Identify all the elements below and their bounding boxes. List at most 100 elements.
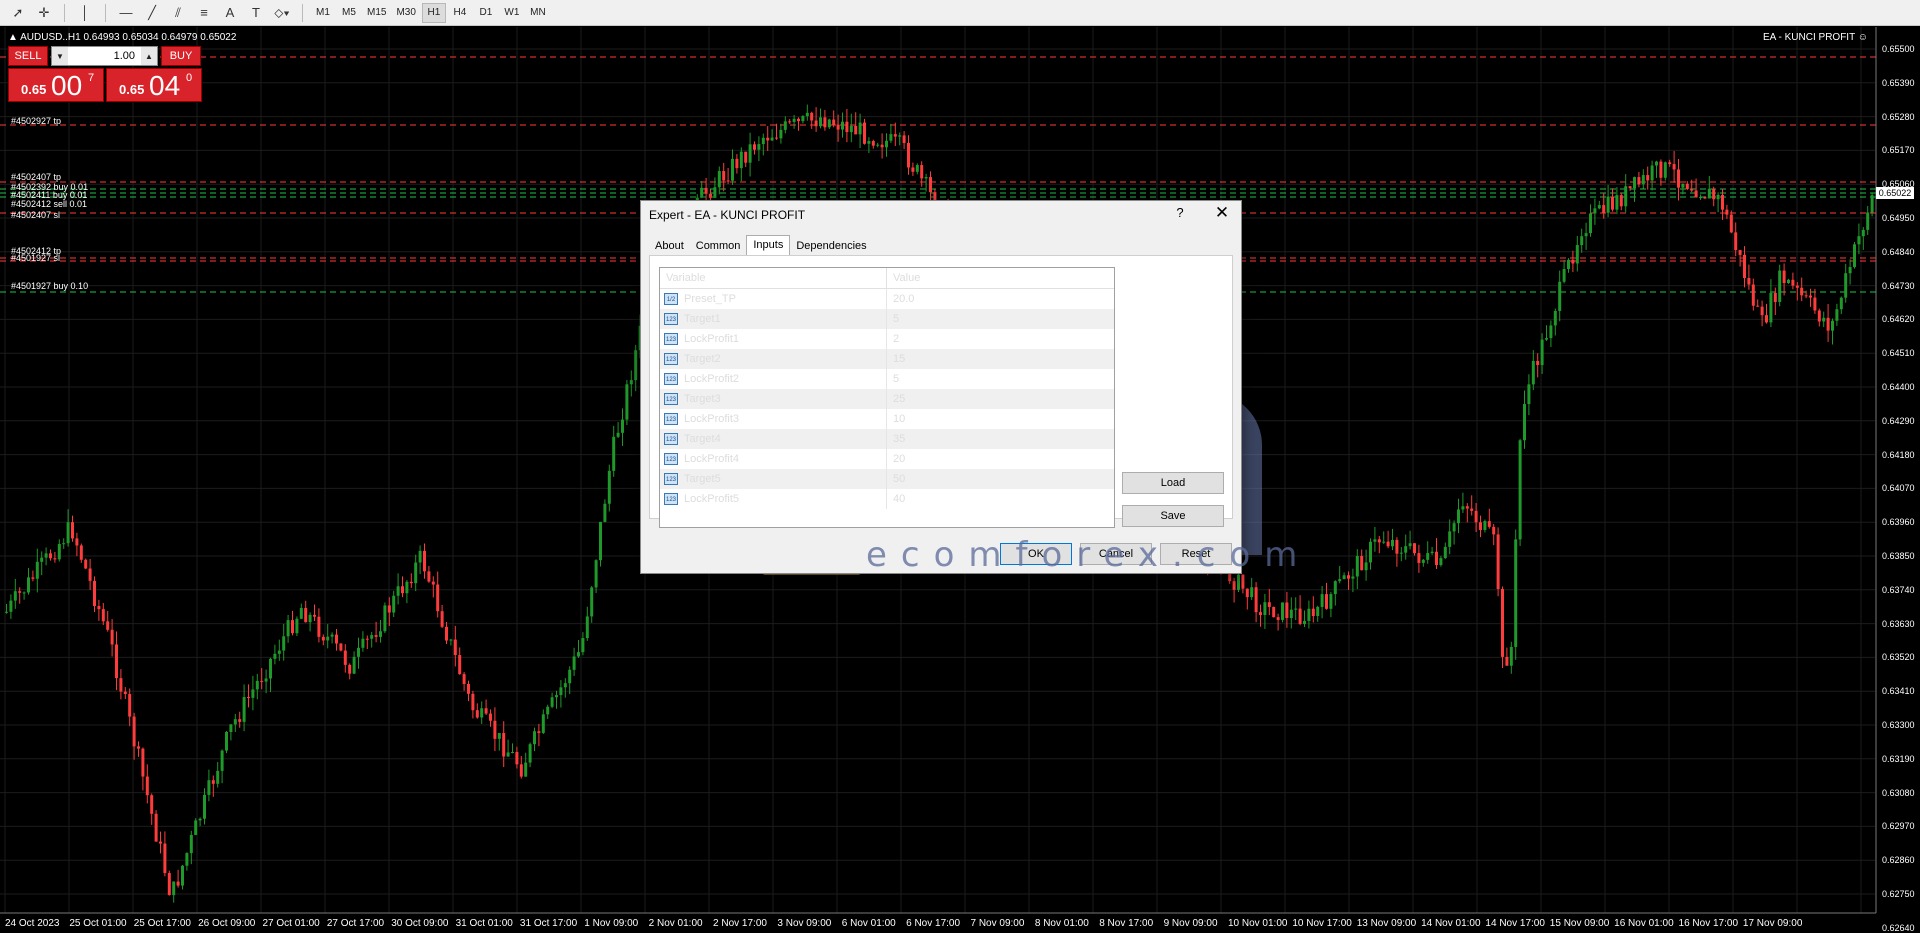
candle-body xyxy=(1465,506,1469,509)
save-button[interactable]: Save xyxy=(1122,505,1224,527)
value-cell[interactable]: 15 xyxy=(887,353,1114,365)
candle-body xyxy=(1650,165,1654,181)
load-button[interactable]: Load xyxy=(1122,472,1224,494)
value-cell[interactable]: 20 xyxy=(887,453,1114,465)
candle-body xyxy=(1501,588,1504,657)
candle-body xyxy=(1470,508,1474,511)
variable-cell[interactable]: 123 LockProfit3 xyxy=(660,409,887,429)
candle-body xyxy=(238,719,242,722)
order-label[interactable]: #4502412 sell 0.01 xyxy=(11,199,87,209)
integer-type-icon: 123 xyxy=(664,493,678,505)
table-row[interactable]: 123 Target4 35 xyxy=(660,429,1114,449)
variable-cell[interactable]: 123 LockProfit2 xyxy=(660,369,887,389)
candle-body xyxy=(242,697,246,722)
variable-cell[interactable]: 123 Target5 xyxy=(660,469,887,489)
timeframe-h4[interactable]: H4 xyxy=(448,3,472,23)
table-row[interactable]: 123 Target3 25 xyxy=(660,389,1114,409)
price-tick-label: 0.63740 xyxy=(1882,584,1915,595)
candle-body xyxy=(53,558,57,560)
table-row[interactable]: 123 LockProfit3 10 xyxy=(660,409,1114,429)
text-label-icon[interactable]: T xyxy=(244,2,268,24)
variable-cell[interactable]: 123 Target4 xyxy=(660,429,887,449)
tab-dependencies[interactable]: Dependencies xyxy=(790,237,872,255)
candle-body xyxy=(537,731,541,733)
table-row[interactable]: 123 LockProfit1 2 xyxy=(660,329,1114,349)
buy-price-button[interactable]: 0.65 04 0 xyxy=(106,68,202,102)
channel-icon[interactable]: ⫽ xyxy=(166,2,190,24)
candle-body xyxy=(805,112,809,117)
value-cell[interactable]: 25 xyxy=(887,393,1114,405)
table-row[interactable]: 123 LockProfit5 40 xyxy=(660,489,1114,509)
candle-body xyxy=(1320,594,1324,607)
table-row[interactable]: 1/2 Preset_TP 20.0 xyxy=(660,289,1114,309)
close-icon[interactable]: ✕ xyxy=(1211,203,1233,223)
value-cell[interactable]: 50 xyxy=(887,473,1114,485)
text-icon[interactable]: A xyxy=(218,2,242,24)
value-cell[interactable]: 5 xyxy=(887,373,1114,385)
inputs-table[interactable]: Variable Value 1/2 Preset_TP 20.0 123 Target… xyxy=(659,267,1115,528)
candle-body xyxy=(814,120,818,127)
shapes-icon[interactable]: ⬦▾ xyxy=(270,2,294,24)
variable-name: LockProfit2 xyxy=(684,373,740,385)
trendline-icon[interactable]: ╱ xyxy=(140,2,164,24)
order-label[interactable]: #4502407 tp xyxy=(11,172,61,182)
candle-body xyxy=(1738,250,1742,255)
crosshair-icon[interactable]: ✛ xyxy=(32,2,56,24)
candle-body xyxy=(1813,297,1817,311)
tab-common[interactable]: Common xyxy=(690,237,747,255)
timeframe-mn[interactable]: MN xyxy=(526,3,550,23)
table-row[interactable]: 123 Target1 5 xyxy=(660,309,1114,329)
column-value[interactable]: Value xyxy=(887,268,1114,288)
table-row[interactable]: 123 Target5 50 xyxy=(660,469,1114,489)
variable-cell[interactable]: 123 LockProfit5 xyxy=(660,489,887,509)
candle-body xyxy=(335,634,338,644)
sell-button[interactable]: SELL xyxy=(8,46,48,66)
timeframe-m1[interactable]: M1 xyxy=(311,3,335,23)
lot-size-stepper[interactable]: ▼ 1.00 ▲ xyxy=(51,46,158,66)
value-cell[interactable]: 2 xyxy=(887,333,1114,345)
lot-size-value[interactable]: 1.00 xyxy=(68,50,141,62)
tab-about[interactable]: About xyxy=(649,237,690,255)
horizontal-line-icon[interactable]: — xyxy=(114,2,138,24)
timeframe-w1[interactable]: W1 xyxy=(500,3,524,23)
value-cell[interactable]: 40 xyxy=(887,493,1114,505)
variable-name: Target4 xyxy=(684,433,721,445)
order-label[interactable]: #4502407 sl xyxy=(11,210,60,220)
candle-body xyxy=(1347,575,1350,579)
variable-cell[interactable]: 123 Target3 xyxy=(660,389,887,409)
candle-body xyxy=(57,543,61,560)
variable-cell[interactable]: 123 Target2 xyxy=(660,349,887,369)
variable-cell[interactable]: 1/2 Preset_TP xyxy=(660,289,887,309)
variable-cell[interactable]: 123 LockProfit1 xyxy=(660,329,887,349)
variable-cell[interactable]: 123 LockProfit4 xyxy=(660,449,887,469)
sell-price-button[interactable]: 0.65 00 7 xyxy=(8,68,104,102)
order-label[interactable]: #4501927 sl xyxy=(11,253,60,263)
cursor-icon[interactable]: ➚ xyxy=(6,2,30,24)
value-cell[interactable]: 5 xyxy=(887,313,1114,325)
order-label[interactable]: #4501927 buy 0.10 xyxy=(11,281,88,291)
timeframe-m5[interactable]: M5 xyxy=(337,3,361,23)
table-row[interactable]: 123 LockProfit2 5 xyxy=(660,369,1114,389)
tab-inputs[interactable]: Inputs xyxy=(746,235,791,255)
fibonacci-icon[interactable]: ≡ xyxy=(192,2,216,24)
value-cell[interactable]: 20.0 xyxy=(887,293,1114,305)
timeframe-d1[interactable]: D1 xyxy=(474,3,498,23)
timeframe-h1[interactable]: H1 xyxy=(421,2,446,23)
table-row[interactable]: 123 LockProfit4 20 xyxy=(660,449,1114,469)
table-row[interactable]: 123 Target2 15 xyxy=(660,349,1114,369)
column-variable[interactable]: Variable xyxy=(660,268,887,288)
timeframe-m30[interactable]: M30 xyxy=(392,3,419,23)
value-cell[interactable]: 35 xyxy=(887,433,1114,445)
help-button[interactable]: ? xyxy=(1171,205,1189,220)
timeframe-m15[interactable]: M15 xyxy=(363,3,390,23)
lot-decrease-button[interactable]: ▼ xyxy=(52,47,68,65)
vertical-line-icon[interactable]: │ xyxy=(73,2,97,24)
variable-cell[interactable]: 123 Target1 xyxy=(660,309,887,329)
candle-body xyxy=(330,634,334,637)
buy-button[interactable]: BUY xyxy=(161,46,201,66)
value-cell[interactable]: 10 xyxy=(887,413,1114,425)
order-label[interactable]: #4502927 tp xyxy=(11,116,61,126)
date-tick-label: 2 Nov 01:00 xyxy=(648,918,703,929)
lot-increase-button[interactable]: ▲ xyxy=(141,47,157,65)
candle-body xyxy=(1637,177,1641,185)
